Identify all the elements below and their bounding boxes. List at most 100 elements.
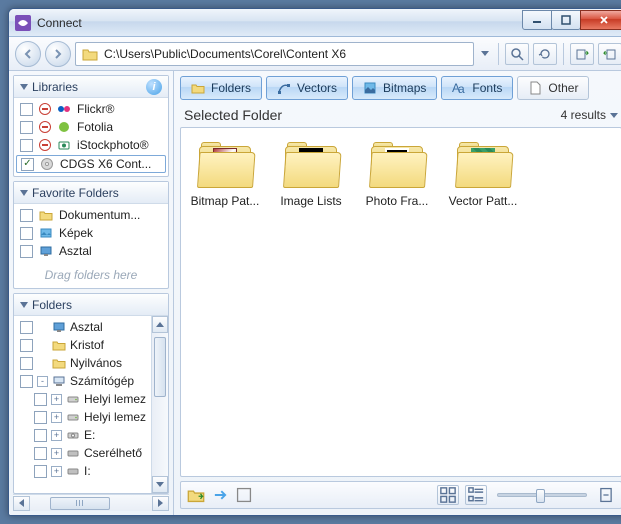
- slider-knob[interactable]: [536, 489, 545, 503]
- zoom-slider[interactable]: [497, 493, 587, 497]
- checkbox[interactable]: [34, 411, 47, 424]
- checkbox[interactable]: [20, 245, 33, 258]
- tree-row[interactable]: +I:: [14, 462, 151, 480]
- content-area[interactable]: Bitmap Pat...Image ListsPhoto Fra...Vect…: [180, 127, 621, 477]
- status-bar: [180, 481, 621, 509]
- export-button[interactable]: [570, 43, 594, 65]
- tree-row[interactable]: -Számítógép: [14, 372, 151, 390]
- favorite-item[interactable]: Dokumentum...: [14, 206, 168, 224]
- expand-toggle[interactable]: +: [51, 412, 62, 423]
- expand-toggle[interactable]: +: [51, 430, 62, 441]
- folder-item[interactable]: Photo Fra...: [359, 142, 435, 208]
- address-dropdown[interactable]: [478, 51, 492, 56]
- app-icon: [15, 15, 31, 31]
- scroll-right[interactable]: [152, 496, 169, 511]
- checkbox[interactable]: [20, 375, 33, 388]
- libraries-panel: Libraries i Flickr® Fotolia: [13, 75, 169, 177]
- scroll-down[interactable]: [152, 476, 168, 493]
- info-icon[interactable]: i: [146, 79, 162, 95]
- favorite-item[interactable]: Képek: [14, 224, 168, 242]
- checkbox[interactable]: [20, 139, 33, 152]
- library-item-fotolia[interactable]: Fotolia: [14, 118, 168, 136]
- fotolia-icon: [57, 120, 71, 134]
- tree-row[interactable]: +Helyi lemez: [14, 408, 151, 426]
- checkbox[interactable]: [20, 121, 33, 134]
- filter-other[interactable]: Other: [517, 76, 589, 100]
- collapse-button[interactable]: [597, 486, 615, 504]
- tree-row[interactable]: +E:: [14, 426, 151, 444]
- checkbox[interactable]: [20, 227, 33, 240]
- checkbox[interactable]: [34, 429, 47, 442]
- favorites-list: Dokumentum... Képek Asztal: [14, 204, 168, 262]
- view-list-button[interactable]: [465, 485, 487, 505]
- expand-toggle[interactable]: +: [51, 448, 62, 459]
- libraries-list: Flickr® Fotolia iStockphoto®: [14, 98, 168, 176]
- node-icon: [52, 356, 66, 370]
- istock-icon: [57, 138, 71, 152]
- scroll-up[interactable]: [152, 316, 168, 333]
- scroll-track[interactable]: [30, 496, 152, 511]
- checkbox[interactable]: [34, 447, 47, 460]
- scroll-track[interactable]: [152, 333, 168, 476]
- checkbox[interactable]: [21, 158, 34, 171]
- checkbox[interactable]: [20, 339, 33, 352]
- tree-row[interactable]: Kristof: [14, 336, 151, 354]
- sidebar-hscroll[interactable]: [13, 494, 169, 511]
- folder-item[interactable]: Image Lists: [273, 142, 349, 208]
- close-button[interactable]: [580, 10, 621, 30]
- node-icon: [66, 446, 80, 460]
- checkbox[interactable]: [20, 357, 33, 370]
- filter-vectors[interactable]: Vectors: [266, 76, 348, 100]
- refresh-button[interactable]: [533, 43, 557, 65]
- library-item-flickr[interactable]: Flickr®: [14, 100, 168, 118]
- checkbox[interactable]: [20, 209, 33, 222]
- tree-row[interactable]: Nyilvános: [14, 354, 151, 372]
- node-icon: [66, 410, 80, 424]
- address-bar[interactable]: C:\Users\Public\Documents\Corel\Content …: [75, 42, 474, 66]
- forward-button[interactable]: [45, 41, 71, 67]
- expand-toggle[interactable]: +: [51, 394, 62, 405]
- favorite-item[interactable]: Asztal: [14, 242, 168, 260]
- checkbox[interactable]: [20, 103, 33, 116]
- tray-button-2[interactable]: [211, 486, 229, 504]
- folder-tree[interactable]: AsztalKristofNyilvános-Számítógép+Helyi …: [14, 316, 151, 493]
- libraries-header[interactable]: Libraries i: [14, 76, 168, 98]
- node-icon: [52, 374, 66, 388]
- tray-button-3[interactable]: [235, 486, 253, 504]
- folder-item[interactable]: Bitmap Pat...: [187, 142, 263, 208]
- checkbox[interactable]: [20, 321, 33, 334]
- checkbox[interactable]: [34, 393, 47, 406]
- filter-folders[interactable]: Folders: [180, 76, 262, 100]
- tray-button-1[interactable]: [187, 486, 205, 504]
- node-icon: [66, 428, 80, 442]
- back-button[interactable]: [15, 41, 41, 67]
- filter-bitmaps[interactable]: Bitmaps: [352, 76, 437, 100]
- expand-toggle[interactable]: -: [37, 376, 48, 387]
- collapse-icon: [20, 190, 28, 196]
- scroll-thumb[interactable]: [154, 337, 166, 397]
- tree-row[interactable]: +Helyi lemez: [14, 390, 151, 408]
- filter-fonts[interactable]: Aa Fonts: [441, 76, 513, 100]
- scroll-left[interactable]: [13, 496, 30, 511]
- folder-tree-wrap: AsztalKristofNyilvános-Számítógép+Helyi …: [14, 316, 168, 493]
- tree-vscroll[interactable]: [151, 316, 168, 493]
- results-count[interactable]: 4 results: [561, 108, 618, 122]
- view-thumbnails-button[interactable]: [437, 485, 459, 505]
- folders-header[interactable]: Folders: [14, 294, 168, 316]
- folder-thumbnail: [283, 142, 339, 188]
- import-button[interactable]: [598, 43, 621, 65]
- folder-thumbnail: [369, 142, 425, 188]
- folder-item[interactable]: Vector Patt...: [445, 142, 521, 208]
- tree-row[interactable]: +Cserélhető: [14, 444, 151, 462]
- tree-row[interactable]: Asztal: [14, 318, 151, 336]
- favorites-header[interactable]: Favorite Folders: [14, 182, 168, 204]
- library-item-cdgs[interactable]: CDGS X6 Cont...: [16, 155, 166, 173]
- search-button[interactable]: [505, 43, 529, 65]
- maximize-button[interactable]: [551, 10, 581, 30]
- font-icon: Aa: [452, 81, 466, 95]
- expand-toggle[interactable]: +: [51, 466, 62, 477]
- minimize-button[interactable]: [522, 10, 552, 30]
- checkbox[interactable]: [34, 465, 47, 478]
- library-item-istockphoto[interactable]: iStockphoto®: [14, 136, 168, 154]
- favorites-panel: Favorite Folders Dokumentum... Képek: [13, 181, 169, 289]
